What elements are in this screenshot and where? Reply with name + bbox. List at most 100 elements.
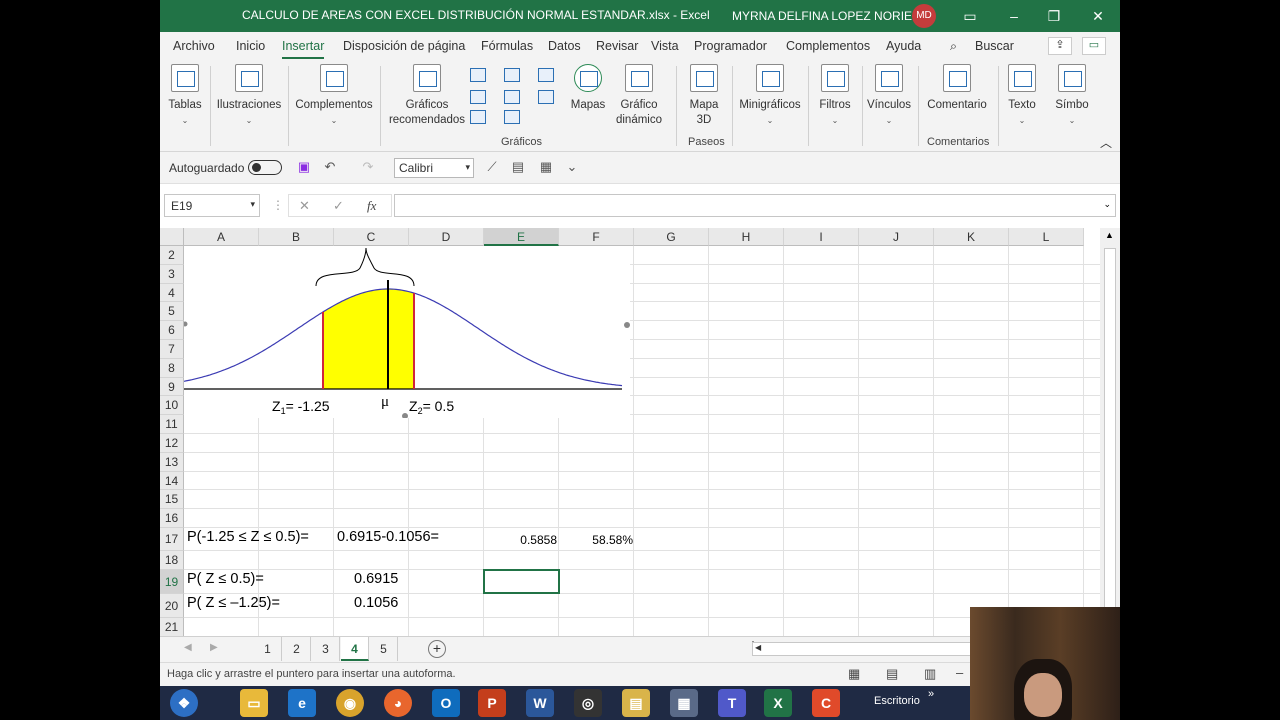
vertical-scrollbar[interactable]: ▲ [1100,228,1120,636]
column-header-j[interactable]: J [859,228,934,246]
sheet-tab-4[interactable]: 4 [341,637,369,661]
word-icon[interactable]: W [526,689,554,717]
tab-datos[interactable]: Datos [548,39,581,53]
scroll-up-icon[interactable]: ▲ [1105,230,1114,240]
undo-icon[interactable]: ↶ [322,159,338,175]
page-layout-icon[interactable]: ▤ [886,666,898,682]
tab-disposicion[interactable]: Disposición de página [343,39,465,53]
row-header-7[interactable]: 7 [160,340,184,359]
expand-formula-icon[interactable]: ⌄ [1103,199,1111,210]
sheet-tab-5[interactable]: 5 [370,637,398,661]
powerpoint-icon[interactable]: P [478,689,506,717]
search-icon[interactable]: ⌕ [950,39,957,54]
row-header-4[interactable]: 4 [160,283,184,303]
column-header-a[interactable]: A [184,228,259,246]
firefox-icon[interactable]: ◕ [384,689,412,717]
row-header-14[interactable]: 14 [160,471,184,491]
tab-inicio[interactable]: Inicio [236,39,265,53]
scatter-chart-icon[interactable] [504,110,520,124]
column-header-c[interactable]: C [334,228,409,246]
cell-e17[interactable]: 0.5858 [483,533,557,547]
column-chart-icon[interactable] [470,68,486,82]
resize-handle[interactable] [182,321,188,327]
avatar[interactable]: MD [912,4,936,28]
sheet-tab-2[interactable]: 2 [283,637,311,661]
font-select[interactable]: Calibri ▾ [394,158,474,178]
row-header-20[interactable]: 20 [160,593,184,618]
prev-sheet-icon[interactable]: ◀ [184,642,192,653]
cell-f17[interactable]: 58.58% [559,533,633,547]
cell-a20[interactable]: P( Z ≤ –1.25)= [187,595,280,611]
map3d-button[interactable]: Mapa 3D [684,64,724,128]
row-header-3[interactable]: 3 [160,264,184,284]
row-header-2[interactable]: 2 [160,246,184,265]
row-header-5[interactable]: 5 [160,302,184,322]
tab-ayuda[interactable]: Ayuda [886,39,921,53]
restore-button[interactable]: ❐ [1044,6,1064,26]
scroll-left-icon[interactable]: ◀ [755,643,761,652]
addins-button[interactable]: Complementos ⌄ [294,64,374,128]
tab-programador[interactable]: Programador [694,39,767,53]
combo-chart-icon[interactable] [538,90,554,104]
tables-button[interactable]: Tablas ⌄ [168,64,202,128]
row-header-19[interactable]: 19 [160,569,184,594]
insert-function-icon[interactable]: fx [367,198,376,214]
row-header-9[interactable]: 9 [160,377,184,397]
folder-icon[interactable]: ▤ [622,689,650,717]
more-toolbar-icon[interactable]: » [928,688,934,700]
autosave-toggle[interactable] [248,160,282,175]
worksheet-grid[interactable]: ABCDEFGHIJKL 2 3 4 5 6 7 8 9 10 11 12 13 14 15 16 17 18 1… [160,228,1100,636]
sheet-tab-1[interactable]: 1 [254,637,282,661]
next-sheet-icon[interactable]: ▶ [210,642,218,653]
illustrations-button[interactable]: Ilustraciones ⌄ [216,64,282,128]
column-header-b[interactable]: B [259,228,334,246]
row-header-8[interactable]: 8 [160,358,184,378]
row-header-18[interactable]: 18 [160,551,184,570]
row-header-10[interactable]: 10 [160,396,184,416]
calculator-icon[interactable]: ▦ [670,689,698,717]
row-header-6[interactable]: 6 [160,321,184,340]
tab-complementos[interactable]: Complementos [786,39,870,53]
excel-icon[interactable]: X [764,689,792,717]
format-painter-icon[interactable]: ⟋ [484,159,500,175]
chrome-icon[interactable]: ◉ [336,689,364,717]
select-all-button[interactable] [160,228,184,246]
waterfall-chart-icon[interactable] [538,68,554,82]
internet-explorer-icon[interactable]: e [288,689,316,717]
symbols-button[interactable]: Símbo ⌄ [1052,64,1092,128]
share-icon[interactable]: ⇪ [1048,37,1072,55]
pie-chart-icon[interactable] [470,110,486,124]
save-icon[interactable]: ▣ [296,159,312,175]
enter-icon[interactable]: ✓ [333,198,344,214]
customize-qat-icon[interactable]: ⌄ [564,159,580,175]
column-header-l[interactable]: L [1009,228,1084,246]
comments-icon[interactable]: ▭ [1082,37,1106,55]
desktop-label[interactable]: Escritorio [874,695,920,707]
row-header-13[interactable]: 13 [160,452,184,472]
camera-app-icon[interactable]: ◎ [574,689,602,717]
resize-handle[interactable] [624,322,630,328]
ribbon-display-icon[interactable]: ▭ [960,6,980,26]
page-break-icon[interactable]: ▥ [924,666,936,682]
cell-c20[interactable]: 0.1056 [354,595,398,611]
row-header-17[interactable]: 17 [160,528,184,551]
selected-cell-e19[interactable] [483,569,560,594]
column-header-g[interactable]: G [634,228,709,246]
cell-a19[interactable]: P( Z ≤ 0.5)= [187,571,264,587]
text-button[interactable]: Texto ⌄ [1004,64,1040,128]
user-name[interactable]: MYRNA DELFINA LOPEZ NORIEGA [732,9,929,23]
hierarchy-chart-icon[interactable] [504,68,520,82]
cell-a17[interactable]: P(-1.25 ≤ Z ≤ 0.5)= [187,529,309,545]
comment-button[interactable]: Comentario [924,64,990,113]
search-label[interactable]: Buscar [975,39,1014,53]
form-icon[interactable]: ▦ [538,159,554,175]
scroll-thumb[interactable] [1104,248,1116,608]
cancel-icon[interactable]: ✕ [299,198,310,214]
start-button-icon[interactable]: ❖ [170,689,198,717]
row-header-11[interactable]: 11 [160,415,184,434]
row-header-16[interactable]: 16 [160,509,184,528]
sparklines-button[interactable]: Minigráficos ⌄ [738,64,802,128]
cell-c17[interactable]: 0.6915-0.1056= [337,529,439,545]
row-header-15[interactable]: 15 [160,490,184,510]
resize-handle[interactable] [402,413,408,419]
